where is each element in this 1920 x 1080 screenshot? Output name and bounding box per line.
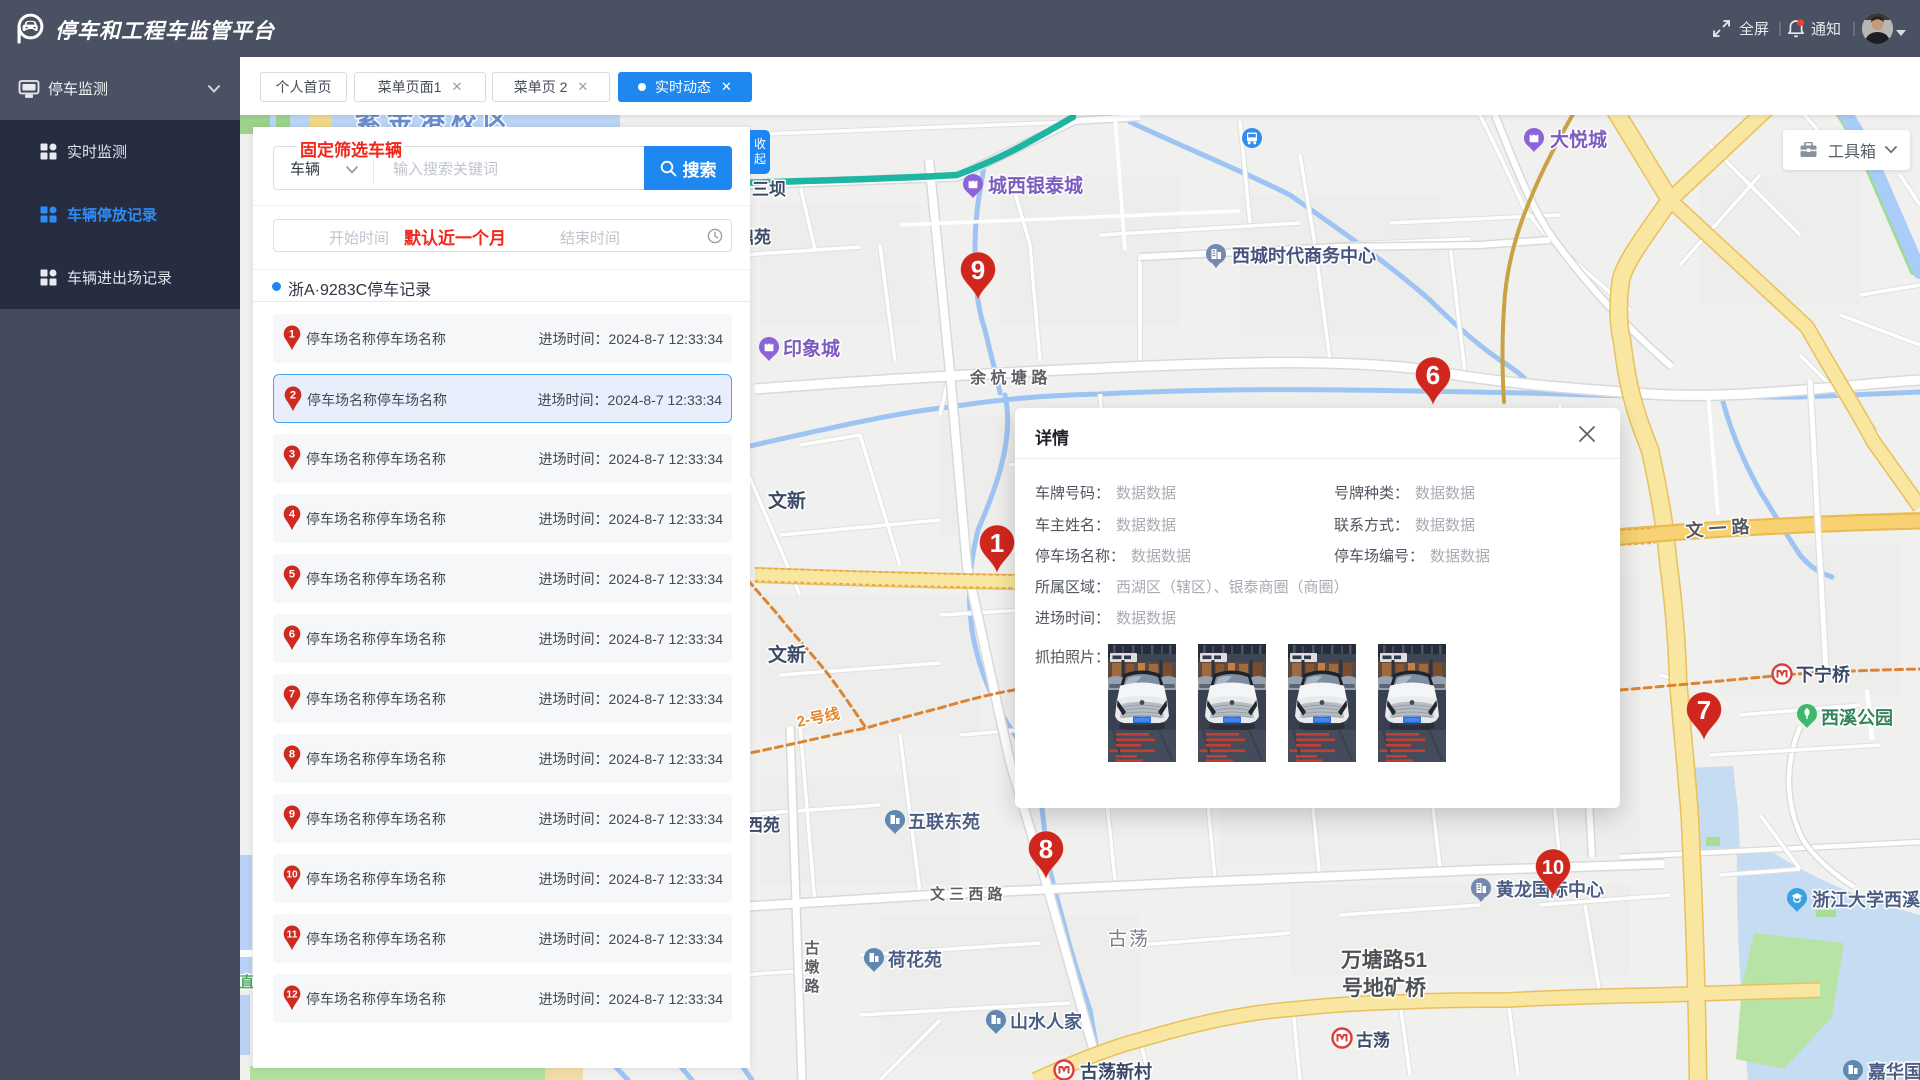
svg-text:12: 12 <box>286 990 298 1001</box>
svg-text:6: 6 <box>1426 360 1440 390</box>
svg-text:3: 3 <box>289 449 295 461</box>
svg-text:余 杭 塘 路: 余 杭 塘 路 <box>969 368 1048 387</box>
svg-text:11: 11 <box>287 930 298 941</box>
svg-text:7: 7 <box>1697 695 1711 725</box>
svg-text:文新: 文新 <box>768 643 806 666</box>
svg-text:三坝: 三坝 <box>752 180 786 199</box>
svg-text:1: 1 <box>990 528 1004 558</box>
svg-text:古荡: 古荡 <box>1108 928 1150 950</box>
svg-text:文 三 西 路: 文 三 西 路 <box>930 885 1004 903</box>
svg-text:6: 6 <box>289 629 295 641</box>
svg-text:印象城: 印象城 <box>783 337 840 360</box>
svg-text:山水人家: 山水人家 <box>1010 1011 1083 1032</box>
svg-text:古荡: 古荡 <box>1356 1030 1390 1050</box>
svg-text:4: 4 <box>289 509 296 521</box>
svg-text:万塘路51: 万塘路51 <box>1340 948 1428 972</box>
svg-text:古荡新村: 古荡新村 <box>1080 1061 1152 1080</box>
svg-text:文新: 文新 <box>768 489 806 512</box>
svg-text:10: 10 <box>1542 857 1564 879</box>
svg-text:西苑: 西苑 <box>746 815 780 835</box>
svg-text:荷花苑: 荷花苑 <box>888 949 942 970</box>
svg-text:城西银泰城: 城西银泰城 <box>988 174 1083 197</box>
svg-text:浙江大学西溪: 浙江大学西溪 <box>1812 889 1920 910</box>
svg-text:8: 8 <box>289 749 295 761</box>
svg-text:号地矿桥: 号地矿桥 <box>1342 976 1427 1000</box>
svg-text:5: 5 <box>289 569 295 581</box>
svg-text:大悦城: 大悦城 <box>1550 128 1607 151</box>
svg-text:古墩路: 古墩路 <box>804 939 820 995</box>
svg-text:五联东苑: 五联东苑 <box>908 811 980 832</box>
svg-text:2: 2 <box>290 390 296 402</box>
svg-text:1: 1 <box>289 329 295 341</box>
svg-text:西城时代商务中心: 西城时代商务中心 <box>1232 245 1376 266</box>
svg-text:7: 7 <box>289 689 295 701</box>
svg-text:下宁桥: 下宁桥 <box>1796 664 1851 685</box>
svg-text:嘉华国际商务: 嘉华国际商务 <box>1867 1061 1920 1080</box>
svg-text:8: 8 <box>1039 834 1053 864</box>
svg-text:9: 9 <box>289 809 295 821</box>
svg-text:9: 9 <box>971 255 985 285</box>
svg-text:10: 10 <box>286 870 298 881</box>
svg-text:西溪公园: 西溪公园 <box>1821 708 1893 728</box>
